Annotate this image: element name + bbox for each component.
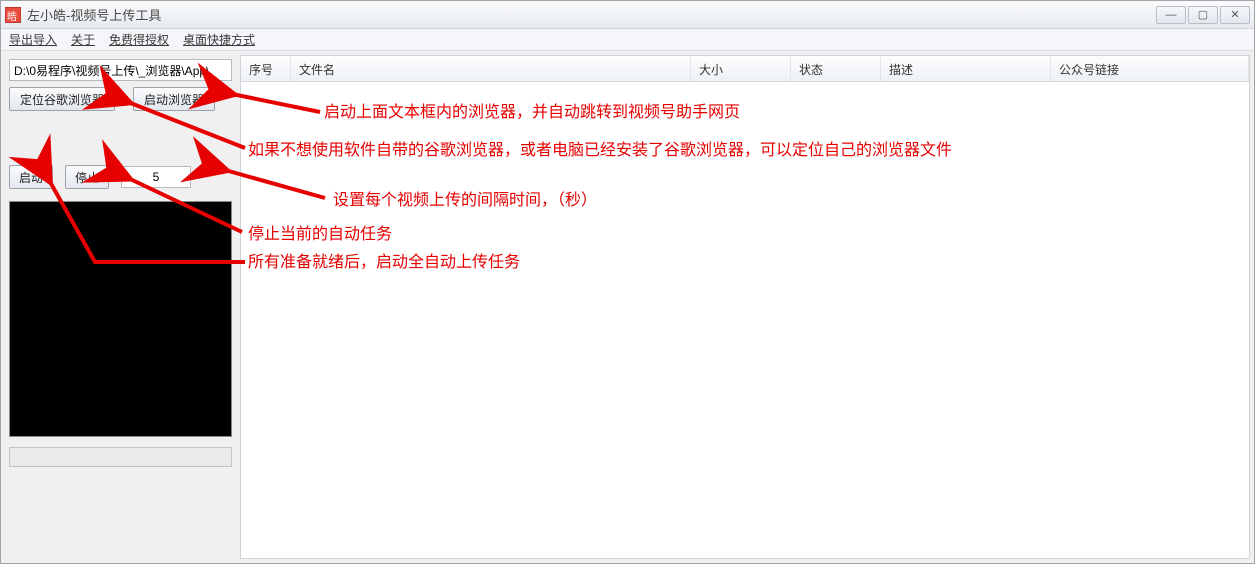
annotation-arrows	[0, 0, 1255, 564]
app-window: 左小皓-视频号上传工具 — ▢ ✕ 导出导入 关于 免费得授权 桌面快捷方式 定…	[0, 0, 1255, 564]
